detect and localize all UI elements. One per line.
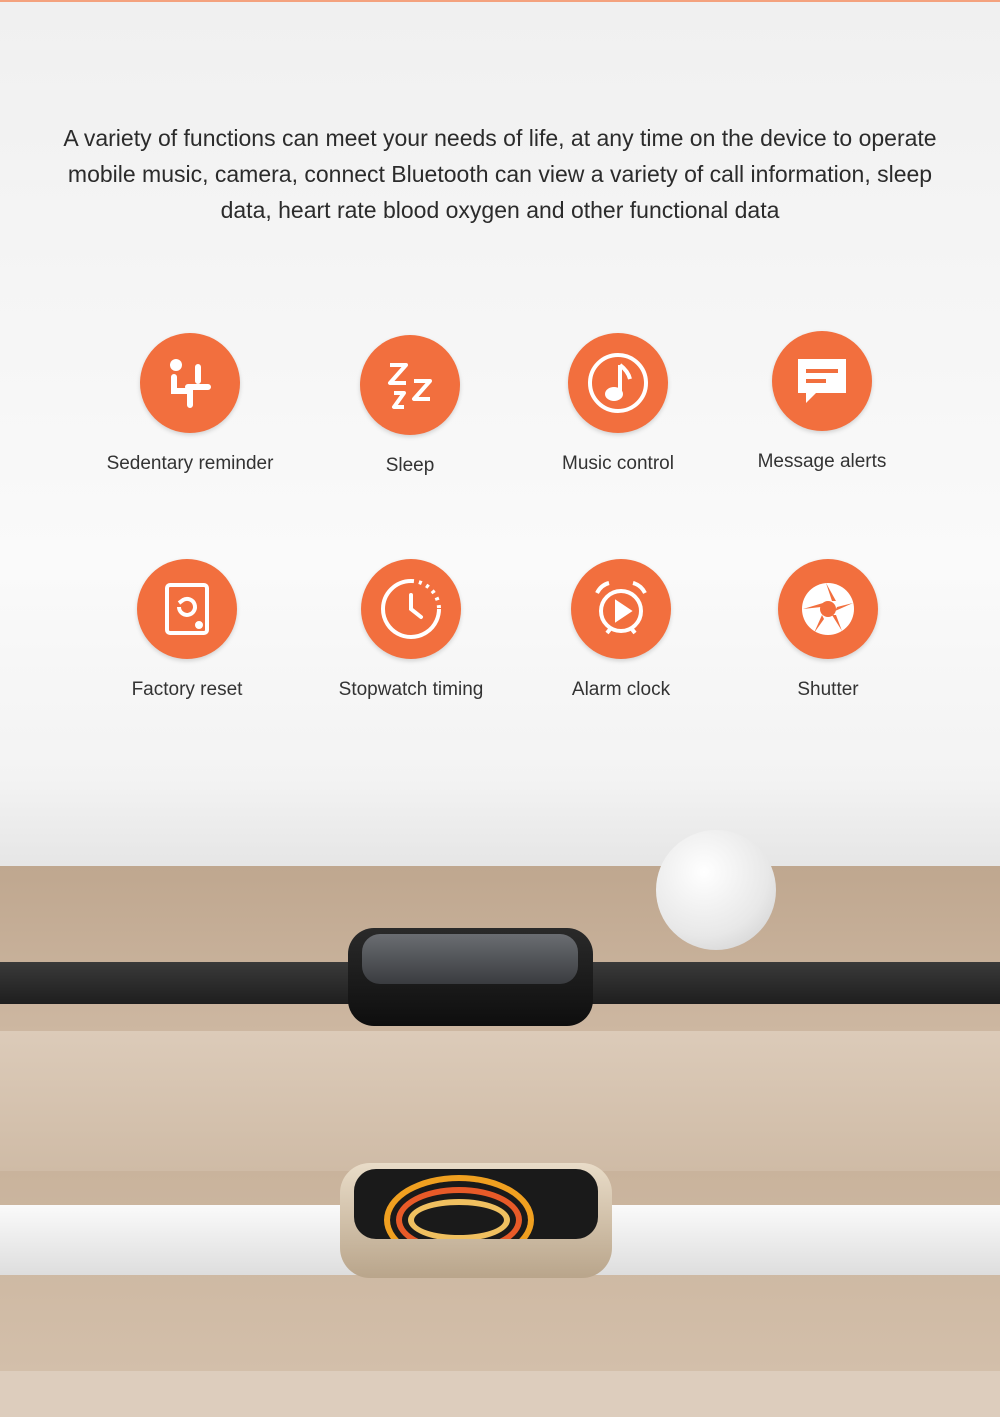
feature-label: Message alerts [757,451,887,472]
feature-label: Stopwatch timing [338,679,484,700]
music-note-icon [568,333,668,433]
sleep-zzz-icon [360,335,460,435]
camera-shutter-icon [778,559,878,659]
alarm-clock-icon [571,559,671,659]
feature-label: Music control [562,453,674,474]
sedentary-icon [140,333,240,433]
stopwatch-icon [361,559,461,659]
feature-label: Shutter [797,679,859,700]
feature-factory-reset: Factory reset [77,559,297,701]
top-accent-line [0,0,1000,2]
message-bubble-icon [772,331,872,431]
feature-sleep: Sleep [300,335,520,477]
watch-screen [362,934,578,984]
gold-watch [340,1163,612,1278]
black-watch [348,928,593,1026]
feature-message-alerts: Message alerts [712,331,932,473]
factory-reset-icon [137,559,237,659]
feature-alarm-clock: Alarm clock [511,559,731,701]
intro-text: A variety of functions can meet your nee… [63,125,937,223]
activity-rings [384,1175,534,1239]
feature-stopwatch-timing: Stopwatch timing [301,559,521,701]
feature-label: Factory reset [131,679,243,700]
shelf-front-2 [0,1371,1000,1417]
feature-music-control: Music control [508,333,728,475]
feature-label: Alarm clock [571,679,671,700]
feature-label: Sleep [385,455,435,476]
shelf-front-1 [0,1031,1000,1171]
watch-screen [354,1169,598,1239]
feature-sedentary-reminder: Sedentary reminder [80,333,300,475]
feature-shutter: Shutter [718,559,938,701]
white-ball [656,830,776,950]
feature-label: Sedentary reminder [106,453,274,474]
